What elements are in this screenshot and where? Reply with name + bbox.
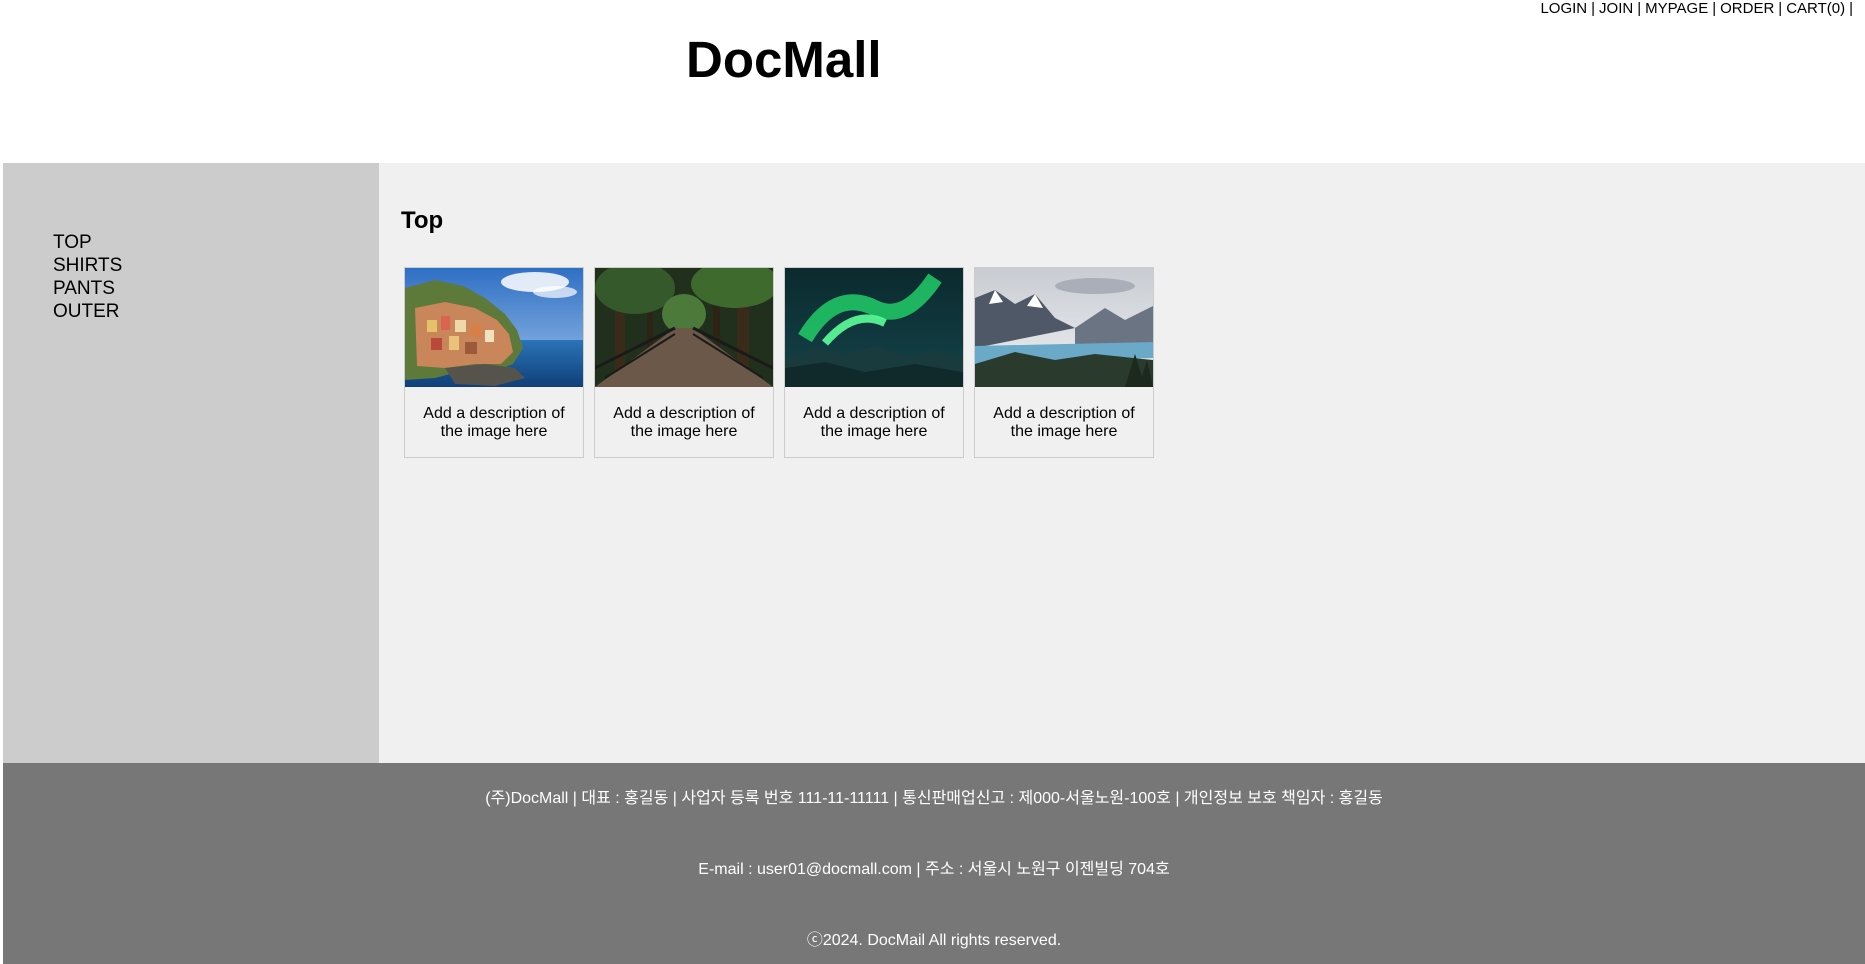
gallery-card[interactable]: Add a description of the image here	[784, 267, 964, 458]
sidebar-item-top[interactable]: TOP	[53, 231, 379, 254]
product-gallery: Add a description of the image here Add …	[404, 267, 1154, 458]
image-description: Add a description of the image here	[423, 405, 565, 440]
page-title: Top	[401, 207, 444, 234]
mypage-link[interactable]: MYPAGE	[1645, 0, 1708, 17]
gallery-card[interactable]: Add a description of the image here	[594, 267, 774, 458]
sidebar-item-pants[interactable]: PANTS	[53, 277, 379, 300]
coastal-village-image[interactable]	[405, 268, 583, 387]
image-description: Add a description of the image here	[613, 405, 755, 440]
site-logo[interactable]: DocMall	[686, 30, 882, 90]
login-link[interactable]: LOGIN	[1540, 0, 1587, 17]
separator: |	[1778, 0, 1783, 17]
join-link[interactable]: JOIN	[1599, 0, 1633, 17]
image-description: Add a description of the image here	[803, 405, 945, 440]
sidebar-item-shirts[interactable]: SHIRTS	[53, 254, 379, 277]
mountain-lake-image[interactable]	[975, 268, 1153, 387]
site-footer: (주)DocMall | 대표 : 홍길동 | 사업자 등록 번호 111-11…	[3, 763, 1865, 964]
gallery-card[interactable]: Add a description of the image here	[974, 267, 1154, 458]
main-content: Top Add a description of the image here …	[379, 163, 1865, 763]
separator: |	[1849, 0, 1853, 17]
separator: |	[1637, 0, 1642, 17]
copyright: ⓒ2024. DocMail All rights reserved.	[806, 932, 1062, 949]
page-body: TOP SHIRTS PANTS OUTER Top Add a descrip…	[3, 163, 1865, 763]
contact-info: E-mail : user01@docmall.com | 주소 : 서울시 노…	[698, 861, 1170, 878]
category-sidebar: TOP SHIRTS PANTS OUTER	[3, 163, 379, 763]
cart-link[interactable]: CART(0)	[1786, 0, 1845, 17]
aurora-image[interactable]	[785, 268, 963, 387]
forest-bridge-image[interactable]	[595, 268, 773, 387]
separator: |	[1591, 0, 1596, 17]
order-link[interactable]: ORDER	[1720, 0, 1774, 17]
gallery-card[interactable]: Add a description of the image here	[404, 267, 584, 458]
top-nav-links: LOGIN | JOIN | MYPAGE | ORDER | CART(0) |	[1540, 1, 1857, 17]
company-info: (주)DocMall | 대표 : 홍길동 | 사업자 등록 번호 111-11…	[485, 790, 1383, 807]
separator: |	[1712, 0, 1717, 17]
sidebar-item-outer[interactable]: OUTER	[53, 300, 379, 323]
image-description: Add a description of the image here	[993, 405, 1135, 440]
